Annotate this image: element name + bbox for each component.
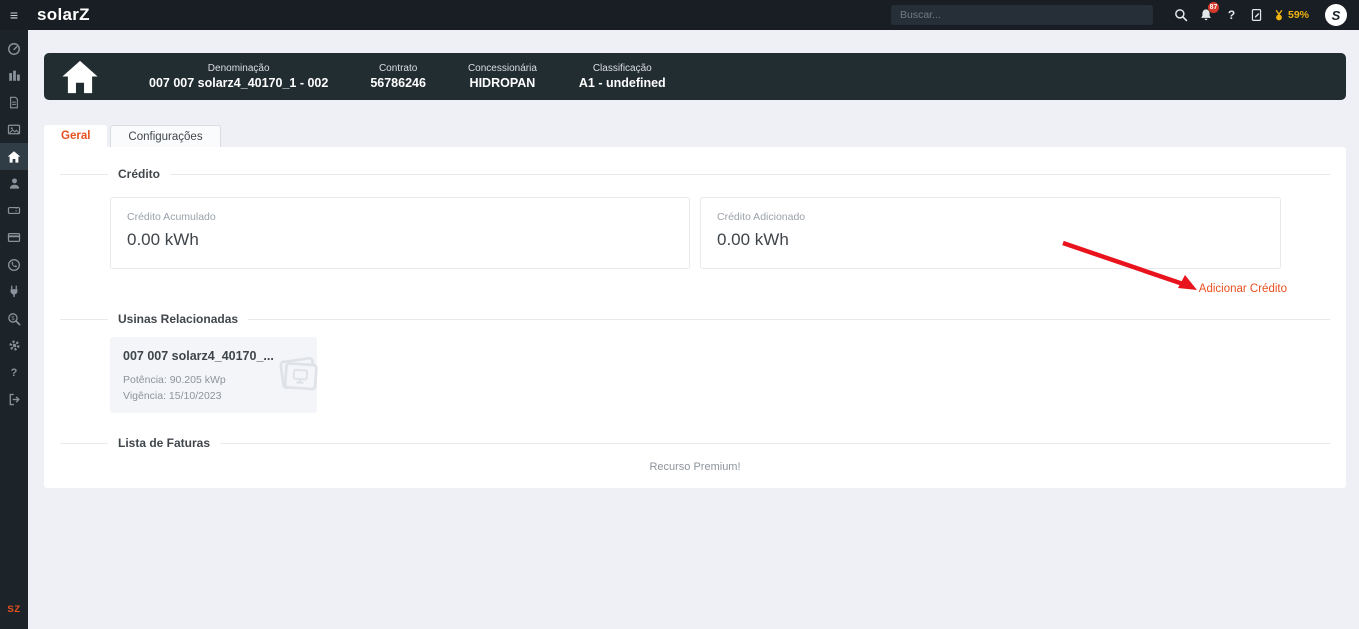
field-value: HIDROPAN — [469, 76, 536, 90]
credito-acumulado-value: 0.00 kWh — [127, 230, 199, 249]
section-title-faturas: Lista de Faturas — [108, 436, 221, 450]
file-invoice-icon — [10, 96, 18, 109]
sidebar-item-reports[interactable] — [0, 89, 28, 116]
sidebar-item-gallery[interactable] — [0, 116, 28, 143]
tab-content-panel: Crédito Crédito Acumulado 0.00 kWh Crédi… — [44, 147, 1346, 488]
tablet-edit-icon[interactable] — [1244, 0, 1269, 30]
bar-chart-icon — [8, 70, 20, 81]
search-input[interactable] — [890, 5, 1153, 25]
tab-geral[interactable]: Geral — [44, 125, 108, 147]
home-icon — [7, 150, 21, 163]
field-denominacao: Denominação 007 007 solarz4_40170_1 - 00… — [149, 63, 328, 90]
credito-adicionado-card: Crédito Adicionado 0.00 kWh — [700, 197, 1281, 269]
sidebar-item-billing[interactable] — [0, 224, 28, 251]
sidebar-item-audit[interactable]: $ — [0, 305, 28, 332]
section-faturas: Lista de Faturas — [60, 436, 1330, 450]
plug-icon — [10, 285, 18, 297]
sidebar-item-help[interactable]: ? — [0, 359, 28, 386]
question-icon: ? — [10, 366, 18, 379]
unit-header-card: Denominação 007 007 solarz4_40170_1 - 00… — [44, 53, 1346, 100]
credito-acumulado-label: Crédito Acumulado — [127, 211, 216, 223]
field-classificacao: Classificação A1 - undefined — [579, 63, 666, 90]
medal-icon — [1275, 9, 1283, 20]
photo-icon — [7, 124, 21, 135]
field-label: Denominação — [207, 63, 270, 74]
adicionar-credito-link[interactable]: Adicionar Crédito — [1199, 283, 1287, 295]
section-credito: Crédito — [60, 167, 1330, 181]
field-value: 56786246 — [370, 76, 426, 90]
field-value: A1 - undefined — [578, 76, 666, 90]
level-percent: 59% — [1287, 9, 1309, 21]
field-label: Classificação — [592, 63, 652, 74]
logout-icon — [9, 393, 20, 406]
premium-message: Recurso Premium! — [649, 461, 741, 473]
usina-card[interactable]: 007 007 solarz4_40170_... Potência: 90.2… — [110, 337, 318, 413]
gear-icon — [8, 340, 20, 351]
main-content: Denominação 007 007 solarz4_40170_1 - 00… — [28, 30, 1359, 629]
app-logo[interactable]: solarZ — [37, 5, 90, 25]
left-sidebar: $ ? SZ — [0, 30, 28, 629]
whatsapp-icon — [8, 258, 20, 271]
usina-photo-placeholder-icon — [274, 352, 322, 399]
sidebar-item-tickets[interactable] — [0, 197, 28, 224]
credito-acumulado-card: Crédito Acumulado 0.00 kWh — [110, 197, 690, 269]
field-value: 007 007 solarz4_40170_1 - 002 — [149, 76, 329, 90]
gauge-icon — [8, 42, 20, 55]
sidebar-item-charts[interactable] — [0, 62, 28, 89]
section-title-usinas: Usinas Relacionadas — [108, 312, 249, 326]
unit-home-icon — [59, 58, 101, 96]
usina-card-text: 007 007 solarz4_40170_... Potência: 90.2… — [123, 349, 274, 403]
credito-adicionado-value: 0.00 kWh — [717, 230, 789, 249]
credito-adicionado-label: Crédito Adicionado — [717, 211, 806, 223]
sidebar-footer-logo: SZ — [7, 604, 21, 615]
gamification-level[interactable]: 59% — [1273, 9, 1309, 22]
sidebar-item-whatsapp[interactable] — [0, 251, 28, 278]
sidebar-item-logout[interactable] — [0, 386, 28, 413]
field-concessionaria: Concessionária HIDROPAN — [468, 63, 537, 90]
tab-bar: Geral Configurações — [44, 125, 221, 147]
user-avatar[interactable]: S — [1325, 4, 1347, 26]
section-usinas: Usinas Relacionadas — [60, 312, 1330, 326]
search-dollar-icon: $ — [8, 312, 21, 325]
tab-configuracoes[interactable]: Configurações — [110, 125, 221, 147]
section-title-credito: Crédito — [108, 167, 170, 181]
top-navbar: ≡ solarZ 87 ? 59% S — [0, 0, 1359, 30]
field-label: Concessionária — [467, 63, 537, 74]
sidebar-item-home[interactable] — [0, 143, 28, 170]
search-icon[interactable] — [1169, 0, 1194, 30]
notification-count-badge: 87 — [1207, 2, 1219, 13]
sidebar-item-dashboard[interactable] — [0, 35, 28, 62]
navbar-right: 87 ? 59% S — [890, 0, 1359, 30]
user-icon — [9, 178, 19, 189]
menu-icon[interactable]: ≡ — [0, 0, 28, 30]
credit-card-icon — [7, 232, 21, 243]
usina-potencia: Potência: 90.205 kWp — [123, 374, 226, 386]
field-label: Contrato — [378, 63, 418, 74]
ticket-icon — [7, 206, 21, 215]
usina-title: 007 007 solarz4_40170_... — [123, 349, 274, 363]
sidebar-item-clients[interactable] — [0, 170, 28, 197]
sidebar-item-settings[interactable] — [0, 332, 28, 359]
notifications-bell-icon[interactable]: 87 — [1194, 0, 1219, 30]
help-icon[interactable]: ? — [1219, 0, 1244, 30]
usina-vigencia: Vigência: 15/10/2023 — [123, 390, 222, 403]
field-contrato: Contrato 56786246 — [370, 63, 426, 90]
sidebar-item-integrations[interactable] — [0, 278, 28, 305]
